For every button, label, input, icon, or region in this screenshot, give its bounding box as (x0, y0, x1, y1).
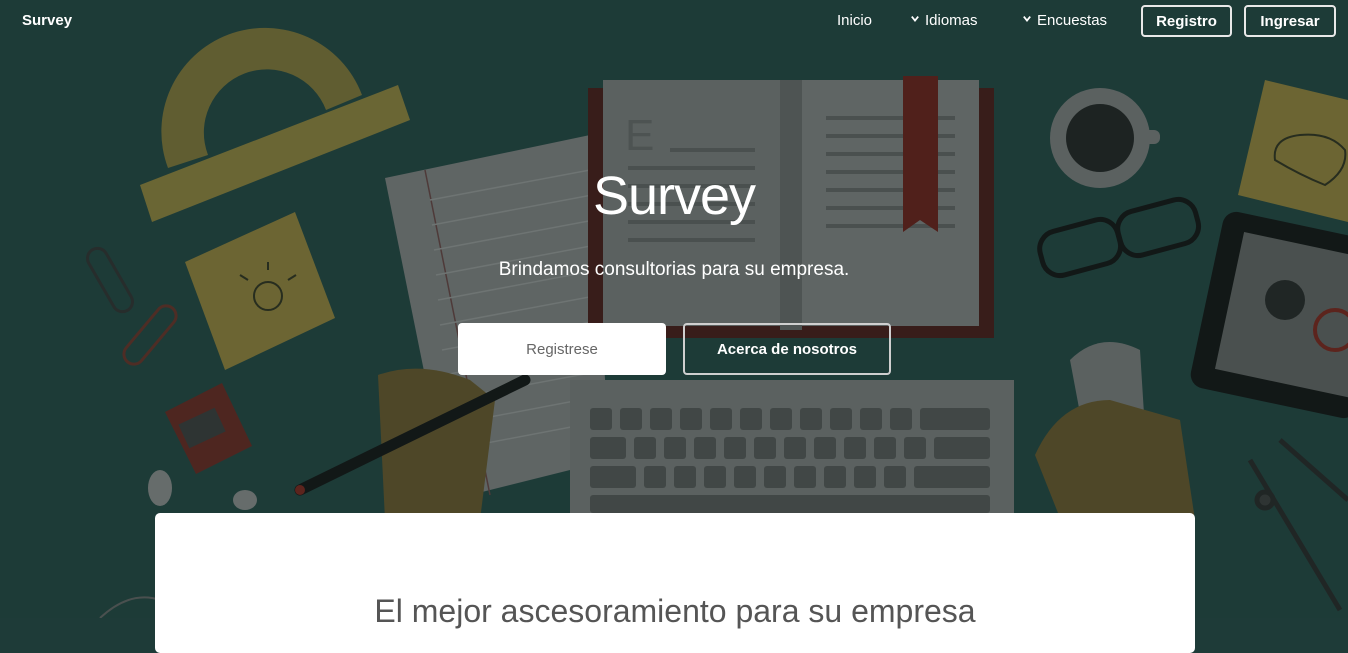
nav-item-label: Encuestas (1037, 12, 1108, 29)
nav-item-label: Inicio (837, 12, 873, 29)
brand-logo[interactable]: Survey (22, 12, 72, 29)
chevron-down-icon (911, 16, 919, 23)
login-button[interactable]: Ingresar (1244, 5, 1336, 37)
chevron-down-icon (1023, 16, 1031, 23)
top-navbar: Survey Inicio Idiomas Encuestas Registro… (0, 0, 1348, 44)
nav-item-idiomas[interactable]: Idiomas (911, 12, 978, 29)
register-button[interactable]: Registro (1141, 5, 1232, 37)
nav-item-inicio[interactable]: Inicio (837, 12, 872, 29)
registrese-button[interactable]: Registrese (458, 323, 666, 375)
hero-subtitle: Brindamos consultorias para su empresa. (498, 259, 850, 280)
about-us-button[interactable]: Acerca de nosotros (683, 323, 891, 375)
nav-item-label: Idiomas (925, 12, 978, 29)
hero-title: Survey (592, 166, 756, 226)
nav-item-encuestas[interactable]: Encuestas (1023, 12, 1107, 29)
card-title: El mejor ascesoramiento para su empresa (374, 593, 976, 629)
content-card: El mejor ascesoramiento para su empresa (155, 513, 1195, 653)
